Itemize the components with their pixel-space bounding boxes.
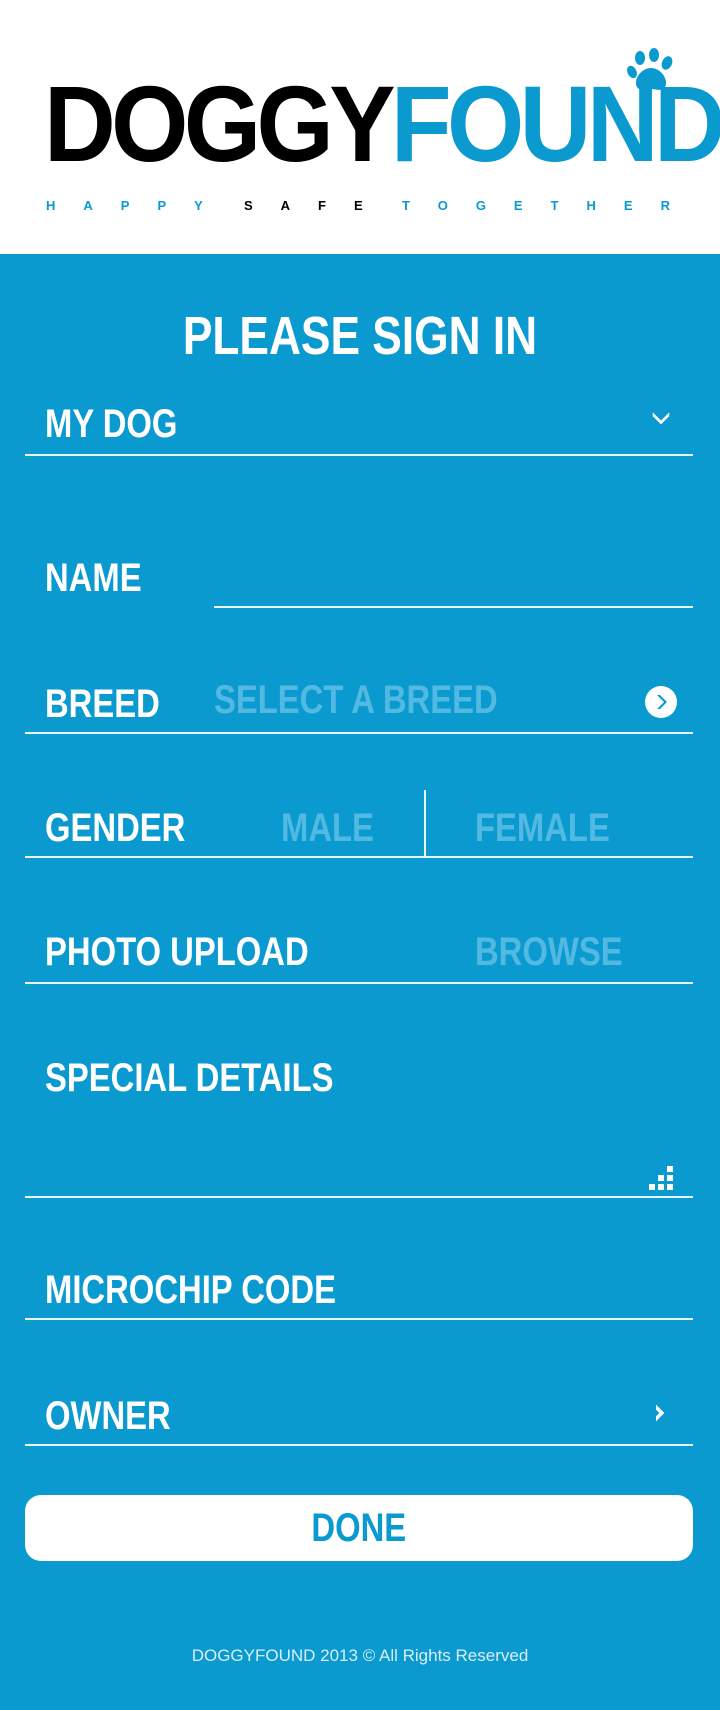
my-dog-dropdown[interactable]: MY DOG xyxy=(25,390,693,456)
breed-select[interactable]: SELECT A BREED xyxy=(214,678,498,722)
breed-label: BREED xyxy=(45,682,160,726)
chevron-right-icon[interactable] xyxy=(651,1402,671,1424)
tagline-safe: SAFE xyxy=(244,198,391,213)
logo-doggy: DOGGY xyxy=(44,63,395,184)
owner-row[interactable]: OWNER xyxy=(25,1374,693,1446)
gender-field: GENDER MALE FEMALE xyxy=(25,790,693,858)
paw-icon xyxy=(627,48,673,90)
done-button[interactable]: DONE xyxy=(25,1495,693,1561)
done-button-label: DONE xyxy=(311,1506,407,1550)
name-label: NAME xyxy=(45,556,142,600)
resize-grip-icon[interactable] xyxy=(649,1166,675,1192)
gender-male-option[interactable]: MALE xyxy=(281,806,374,850)
photo-upload-label: PHOTO UPLOAD xyxy=(45,930,309,974)
my-dog-label: MY DOG xyxy=(45,402,178,446)
gender-divider xyxy=(424,790,426,856)
browse-button[interactable]: BROWSE xyxy=(475,930,623,974)
page-title: PLEASE SIGN IN xyxy=(182,306,538,366)
special-details-field[interactable]: SPECIAL DETAILS xyxy=(25,1036,693,1198)
name-field: NAME xyxy=(25,550,693,608)
microchip-code-field[interactable]: MICROCHIP CODE xyxy=(25,1250,693,1320)
tagline-happy: HAPPY xyxy=(46,198,231,213)
name-input[interactable] xyxy=(214,550,693,608)
microchip-code-label: MICROCHIP CODE xyxy=(45,1268,336,1312)
gender-label: GENDER xyxy=(45,806,186,850)
special-details-input[interactable] xyxy=(45,1106,605,1186)
special-details-label: SPECIAL DETAILS xyxy=(45,1056,334,1100)
breed-field[interactable]: BREED SELECT A BREED xyxy=(25,662,693,734)
arrow-right-circle-icon[interactable] xyxy=(645,686,677,718)
owner-label: OWNER xyxy=(45,1394,171,1438)
app-header: DOGGYFOUND HAPPY SAFE TOGETHER xyxy=(0,0,720,254)
sign-in-form: PLEASE SIGN IN MY DOG NAME BREED SELECT … xyxy=(0,254,720,1710)
footer-copyright: DOGGYFOUND 2013 © All Rights Reserved xyxy=(191,1646,529,1665)
chevron-down-icon[interactable] xyxy=(650,406,672,428)
photo-upload-field: PHOTO UPLOAD BROWSE xyxy=(25,910,693,984)
gender-female-option[interactable]: FEMALE xyxy=(475,806,610,850)
logo: DOGGYFOUND xyxy=(44,70,720,178)
tagline-together: TOGETHER xyxy=(402,198,698,213)
